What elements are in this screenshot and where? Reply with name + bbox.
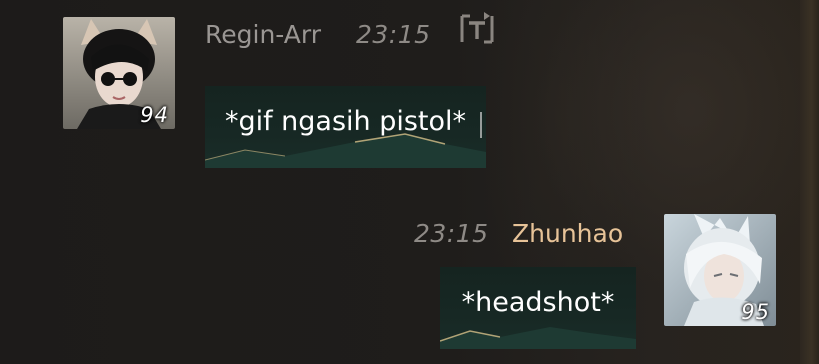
message-bubble[interactable]: *gif ngasih pistol* xyxy=(205,86,486,168)
message-text: *headshot* xyxy=(461,287,615,318)
sender-name[interactable]: Regin-Arr xyxy=(205,20,321,49)
avatar-regin-arr[interactable]: 94 xyxy=(63,17,175,129)
message-time: 23:15 xyxy=(414,219,489,248)
chat-panel: 94 Regin-Arr 23:15 *gif ngasih pistol* 2… xyxy=(0,0,819,364)
message-time: 23:15 xyxy=(356,20,431,49)
text-caret xyxy=(480,112,482,138)
message-bubble[interactable]: *headshot* xyxy=(440,267,636,349)
avatar-zhunhao[interactable]: 95 xyxy=(664,214,776,326)
scrollbar[interactable] xyxy=(800,0,819,364)
translate-icon xyxy=(460,12,494,44)
message-text: *gif ngasih pistol* xyxy=(224,106,467,137)
level-badge: 94 xyxy=(140,103,169,127)
level-badge: 95 xyxy=(741,300,770,324)
translate-button[interactable] xyxy=(458,10,496,48)
sender-name[interactable]: Zhunhao xyxy=(512,219,623,248)
